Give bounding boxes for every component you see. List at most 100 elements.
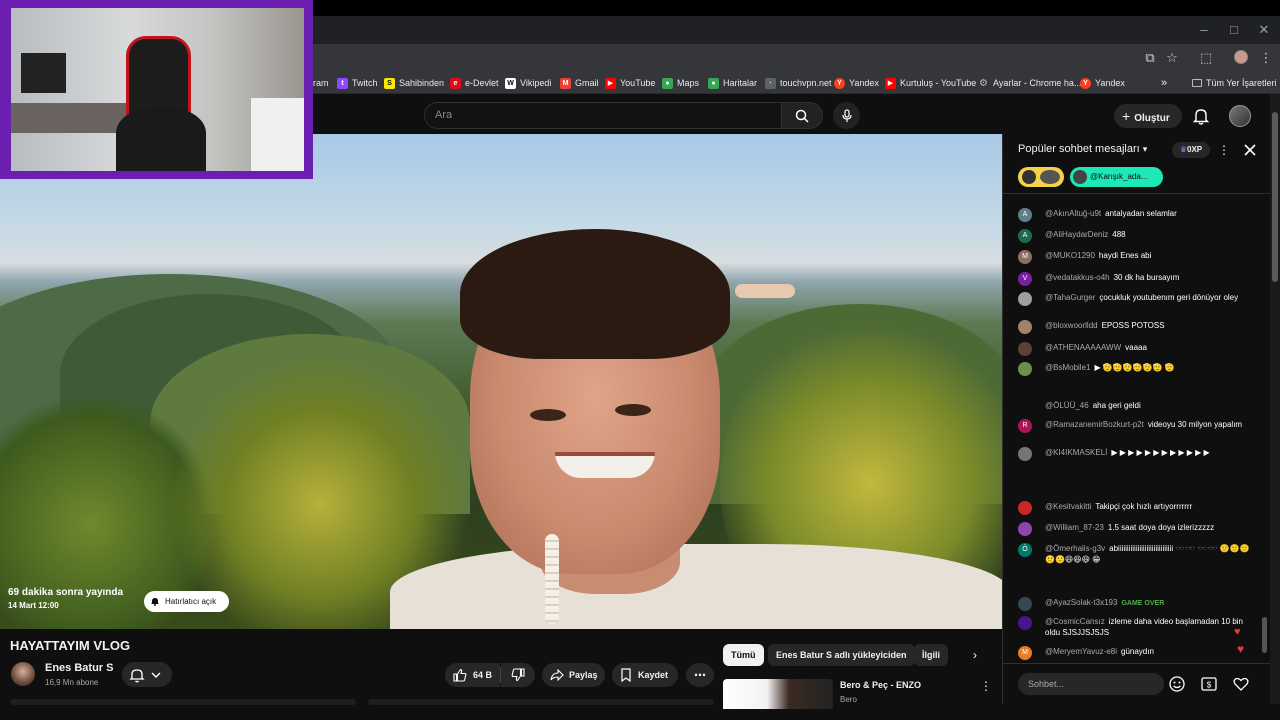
super-chat-button[interactable]: $ <box>1200 675 1218 693</box>
bookmark-item[interactable]: W Vikipedi <box>505 72 551 94</box>
chat-menu-icon[interactable]: ⋮ <box>1217 142 1231 158</box>
chat-author-avatar[interactable]: R <box>1018 419 1032 433</box>
all-bookmarks-folder[interactable]: Tüm Yer İşaretleri <box>1192 72 1277 94</box>
chat-author-name[interactable]: @BsMobile1 <box>1045 363 1090 372</box>
chat-author-name[interactable]: @TahaGurger <box>1045 293 1095 302</box>
chat-author-avatar[interactable]: M <box>1018 250 1032 264</box>
chat-author-name[interactable]: @MeryemYavuz-e8i <box>1045 647 1117 656</box>
chat-scrollbar[interactable] <box>1262 617 1267 653</box>
search-input[interactable]: Ara <box>424 102 782 129</box>
chat-author-name[interactable]: @ATHENAAAAAWW <box>1045 343 1121 352</box>
chat-author-avatar[interactable] <box>1018 362 1032 376</box>
account-avatar[interactable] <box>1229 105 1251 127</box>
chat-author-avatar[interactable]: Ö <box>1018 543 1032 557</box>
bookmark-item[interactable]: ram <box>313 72 329 94</box>
chat-author-name[interactable]: @KI4IKMASKELİ <box>1045 448 1107 457</box>
bookmark-item[interactable]: t Twitch <box>337 72 378 94</box>
bookmark-star-icon[interactable]: ☆ <box>1162 48 1182 68</box>
notifications-button[interactable] <box>1190 104 1212 128</box>
chevron-right-icon[interactable]: › <box>966 648 984 664</box>
subscription-notification-button[interactable] <box>122 662 172 687</box>
chat-author-avatar[interactable]: A <box>1018 229 1032 243</box>
chat-message[interactable]: M @MUKO1290 haydi Enes abi <box>1018 250 1258 264</box>
support-button[interactable] <box>1232 675 1250 693</box>
chat-message[interactable]: Ö @Ömerhalis-g3v abiiiiiiiiiiiiiiiiiiiiiii… <box>1018 543 1258 565</box>
browser-menu-icon[interactable]: ⋮ <box>1256 48 1276 68</box>
share-button[interactable]: Paylaş <box>542 663 605 687</box>
chat-author-avatar[interactable] <box>1018 320 1032 334</box>
bookmark-item[interactable]: S Sahibinden <box>384 72 444 94</box>
chat-author-name[interactable]: @AliHaydarDeniz <box>1045 230 1108 239</box>
dislike-button[interactable] <box>501 663 535 687</box>
extensions-icon[interactable]: ⬚ <box>1196 48 1216 68</box>
chat-author-avatar[interactable] <box>1018 292 1032 306</box>
chat-points-badge[interactable]: ♛0XP <box>1172 142 1210 158</box>
chat-author-name[interactable]: @Ömerhalis-g3v <box>1045 544 1105 553</box>
install-app-icon[interactable]: ⧉ <box>1140 48 1160 68</box>
chat-message[interactable]: @TahaGurger çocukluk youtubenım geri dönü… <box>1018 292 1258 306</box>
page-scrollbar-thumb[interactable] <box>1272 112 1278 282</box>
search-button[interactable] <box>781 102 823 129</box>
like-button[interactable]: 64 B <box>445 663 500 687</box>
chat-author-name[interactable]: @AkınAltuğ-u9t <box>1045 209 1101 218</box>
create-button[interactable]: + Oluştur <box>1114 104 1182 128</box>
chat-author-avatar[interactable]: V <box>1018 272 1032 286</box>
chat-author-avatar[interactable] <box>1018 501 1032 515</box>
chat-message-input[interactable]: Sohbet... <box>1018 673 1164 695</box>
chat-author-avatar[interactable] <box>1018 522 1032 536</box>
chat-author-name[interactable]: @William_87-23 <box>1045 523 1104 532</box>
chat-message[interactable]: @bloxwoorlldd EPOSS POTOSS <box>1018 320 1258 334</box>
chat-message[interactable]: M @MeryemYavuz-e8i günaydın <box>1018 646 1258 660</box>
emoji-button[interactable] <box>1168 675 1186 693</box>
chat-author-avatar[interactable] <box>1018 447 1032 461</box>
bookmark-item[interactable]: Y Yandex <box>1080 72 1125 94</box>
maximize-window-button[interactable]: □ <box>1220 20 1248 40</box>
close-chat-button[interactable] <box>1242 142 1258 158</box>
chat-message[interactable]: V @vedatakkus-o4h 30 dk ha bursayım <box>1018 272 1258 286</box>
bookmark-item[interactable]: ● Maps <box>662 72 699 94</box>
chat-author-avatar[interactable]: A <box>1018 208 1032 222</box>
bookmark-item[interactable]: ▶ Kurtuluş - YouTube <box>885 72 976 94</box>
bookmark-item[interactable]: M Gmail <box>560 72 599 94</box>
chat-author-name[interactable]: @MUKO1290 <box>1045 251 1095 260</box>
chat-author-avatar[interactable] <box>1018 400 1032 414</box>
video-player[interactable] <box>0 134 1002 629</box>
chat-message[interactable]: @CosmicCansız izleme daha video başlamada… <box>1018 616 1258 638</box>
chat-ticker-item[interactable]: @Karışık_ada... <box>1070 167 1163 187</box>
related-video-title[interactable]: Bero & Peç - ENZO <box>840 680 921 690</box>
chat-message[interactable]: A @AkınAltuğ-u9t antalyadan selamlar <box>1018 208 1258 222</box>
chat-author-avatar[interactable] <box>1018 342 1032 356</box>
chat-author-avatar[interactable] <box>1018 616 1032 630</box>
more-bookmarks-button[interactable]: » <box>1161 72 1167 94</box>
channel-avatar[interactable] <box>11 662 35 686</box>
chat-author-name[interactable]: @vedatakkus-o4h <box>1045 273 1110 282</box>
chat-author-name[interactable]: @RamazanemirBozkurt-p2t <box>1045 420 1144 429</box>
bookmark-item[interactable]: ▶ YouTube <box>605 72 655 94</box>
profile-avatar-icon[interactable] <box>1234 50 1248 64</box>
chat-message[interactable]: A @AliHaydarDeniz 488 <box>1018 229 1258 243</box>
related-video-thumbnail[interactable] <box>723 679 833 709</box>
minimize-window-button[interactable]: – <box>1190 20 1218 40</box>
related-tab-all[interactable]: Tümü <box>723 644 764 666</box>
save-button[interactable]: Kaydet <box>612 663 678 687</box>
related-video-menu-icon[interactable]: ⋮ <box>980 679 992 695</box>
voice-search-button[interactable] <box>833 102 860 129</box>
chat-author-name[interactable]: @CosmicCansız <box>1045 617 1105 626</box>
channel-name[interactable]: Enes Batur S <box>45 662 113 674</box>
chat-author-name[interactable]: @ÖLÜÜ_46 <box>1045 401 1089 410</box>
chat-message[interactable]: @KI4IKMASKELİ ▶ ▶ ▶ ▶ ▶ ▶ ▶ ▶ ▶ ▶ ▶ ▶ <box>1018 447 1258 461</box>
related-tab-uploader[interactable]: Enes Batur S adlı yükleyiciden <box>768 644 915 666</box>
bookmark-item[interactable]: Y Yandex <box>834 72 879 94</box>
chat-message[interactable]: R @RamazanemirBozkurt-p2t videoyu 30 milyo… <box>1018 419 1258 433</box>
chat-message[interactable]: @William_87-23 1.5 saat doya doya izleriz… <box>1018 522 1258 536</box>
bookmark-item[interactable]: ● Haritalar <box>708 72 757 94</box>
chat-message[interactable]: @Kesitvakitti Takipçi çok hızlı artıyorrr… <box>1018 501 1258 515</box>
chat-author-avatar[interactable]: M <box>1018 646 1032 660</box>
chat-author-name[interactable]: @Kesitvakitti <box>1045 502 1091 511</box>
chat-author-name[interactable]: @AyazSolak-t3x193 <box>1045 598 1117 607</box>
chat-ticker-item[interactable] <box>1018 167 1064 187</box>
chat-mode-dropdown[interactable]: Popüler sohbet mesajları ▾ <box>1018 143 1147 155</box>
bookmark-item[interactable]: ⚙ Ayarlar - Chrome ha... <box>978 72 1081 94</box>
chat-message[interactable]: @ÖLÜÜ_46 aha geri geldi <box>1018 400 1258 414</box>
close-window-button[interactable]: ✕ <box>1250 20 1278 40</box>
